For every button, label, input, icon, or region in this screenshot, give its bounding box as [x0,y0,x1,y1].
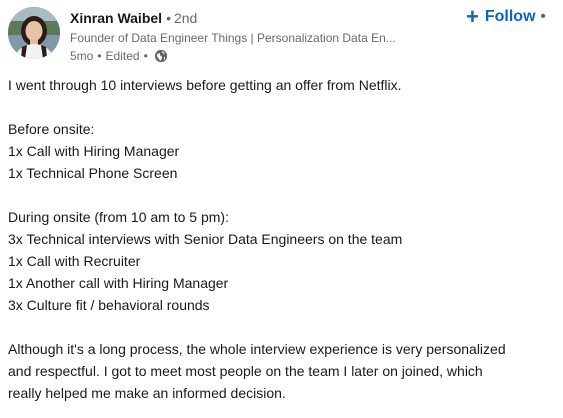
post-line: 1x Technical Phone Screen [8,165,178,181]
author-info: Xinran Waibel • 2nd Founder of Data Engine… [70,9,450,64]
post-time: 5mo [70,49,94,63]
post-line: Before onsite: [8,121,95,137]
follow-label: Follow [484,8,536,25]
author-avatar[interactable] [8,7,60,59]
avatar-photo [8,7,60,59]
overflow-menu-icon[interactable]: • [538,9,548,25]
post-body: I went through 10 interviews before gett… [8,74,558,404]
author-name-line: Xinran Waibel • 2nd [70,9,450,27]
globe-icon [154,49,168,63]
feed-post: Xinran Waibel • 2nd Founder of Data Engine… [0,0,563,418]
author-headline: Founder of Data Engineer Things | Person… [70,31,396,45]
post-header: Xinran Waibel • 2nd Founder of Data Engine… [8,4,560,65]
separator-dot: • [166,10,171,26]
separator-dot: • [143,49,148,63]
post-line: 3x Culture fit / behavioral rounds [8,297,210,313]
author-name[interactable]: Xinran Waibel [70,10,162,26]
separator-dot: • [97,49,102,63]
follow-button[interactable]: + Follow [466,4,536,29]
connection-degree: 2nd [173,10,198,26]
post-line: 3x Technical interviews with Senior Data… [8,231,403,247]
post-line: Although it's a long process, the whole … [8,341,506,357]
post-line: 1x Another call with Hiring Manager [8,275,229,291]
post-line: During onsite (from 10 am to 5 pm): [8,209,229,225]
post-line: and respectful. I got to meet most peopl… [8,363,483,379]
post-line: 1x Call with Recruiter [8,253,141,269]
edited-label: Edited [105,49,140,63]
post-line: I went through 10 interviews before gett… [8,77,402,93]
post-line: really helped me make an informed decisi… [8,385,286,401]
post-line: 1x Call with Hiring Manager [8,143,180,159]
plus-icon: + [466,4,479,29]
post-meta: 5mo • Edited • [70,48,450,64]
